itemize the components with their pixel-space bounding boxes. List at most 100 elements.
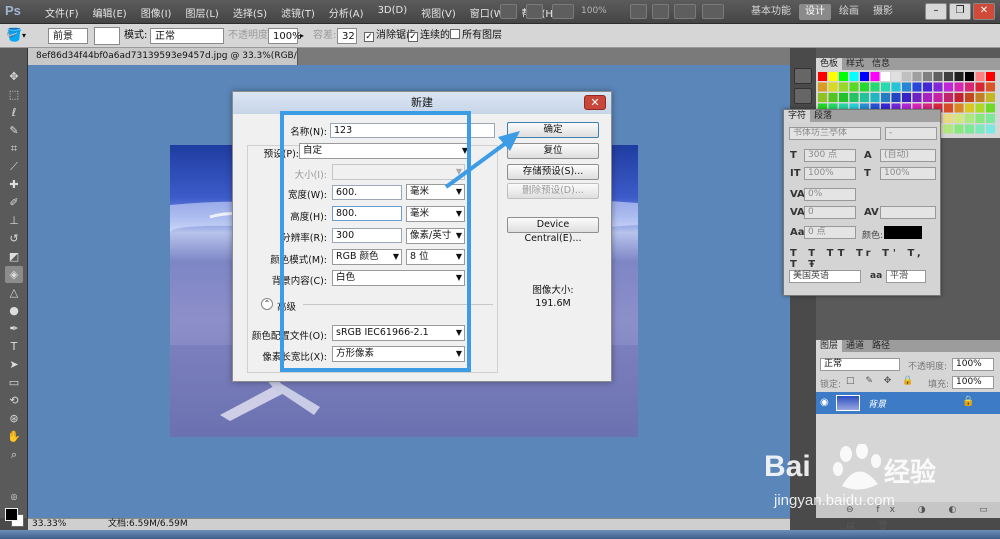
hand-tool-icon[interactable]: ✋ — [5, 428, 23, 445]
screen-mode-icon[interactable] — [702, 4, 724, 19]
menu-3d[interactable]: 3D(D) — [371, 5, 415, 20]
mini-bridge-icon[interactable] — [526, 4, 543, 19]
swatch-cell[interactable] — [828, 93, 838, 102]
opacity-arrow-icon[interactable]: ▸ — [300, 28, 304, 44]
swatch-cell[interactable] — [954, 114, 964, 123]
3d-rotate-tool-icon[interactable]: ⟲ — [5, 392, 23, 409]
swatch-cell[interactable] — [986, 72, 995, 81]
tab-layers[interactable]: 图层 — [816, 340, 843, 352]
swatch-cell[interactable] — [912, 72, 922, 81]
restore-icon[interactable]: ❐ — [949, 3, 971, 20]
swatch-cell[interactable] — [954, 72, 964, 81]
blend-mode-select[interactable]: 正常 — [820, 358, 900, 371]
swatch-cell[interactable] — [881, 82, 890, 92]
path-selection-tool-icon[interactable]: ➤ — [5, 356, 23, 373]
swatch-cell[interactable] — [860, 82, 869, 92]
swatch-cell[interactable] — [975, 82, 985, 92]
actions-panel-icon[interactable] — [794, 88, 812, 104]
swatch-cell[interactable] — [954, 124, 964, 134]
swatch-cell[interactable] — [975, 103, 985, 113]
eyedropper-tool-icon[interactable]: ⟋ — [5, 158, 23, 175]
history-panel-icon[interactable] — [794, 68, 812, 84]
menu-select[interactable]: 选择(S) — [226, 5, 274, 20]
tab-swatches[interactable]: 色板 — [816, 58, 843, 70]
tracking-percent-select[interactable]: 0% — [804, 188, 856, 201]
swatch-cell[interactable] — [944, 82, 953, 92]
all-layers-checkbox[interactable]: 所有图层 — [450, 28, 502, 44]
dodge-tool-icon[interactable]: ● — [5, 302, 23, 319]
swatch-cell[interactable] — [870, 93, 880, 102]
baseline-input[interactable]: 0 点 — [804, 226, 856, 239]
tab-paths[interactable]: 路径 — [868, 340, 894, 352]
swatch-cell[interactable] — [933, 93, 943, 102]
menu-filter[interactable]: 滤镜(T) — [274, 5, 322, 20]
swatch-cell[interactable] — [839, 82, 848, 92]
swatch-cell[interactable] — [965, 72, 974, 81]
tab-info[interactable]: 信息 — [868, 58, 894, 70]
menu-analysis[interactable]: 分析(A) — [322, 5, 371, 20]
healing-brush-tool-icon[interactable]: ✚ — [5, 176, 23, 193]
language-select[interactable]: 美国英语 — [789, 270, 861, 283]
swatch-cell[interactable] — [881, 93, 890, 102]
tolerance-input[interactable]: 32 — [337, 28, 357, 44]
swatch-cell[interactable] — [912, 82, 922, 92]
swatch-cell[interactable] — [954, 93, 964, 102]
tracking-select[interactable] — [880, 206, 936, 219]
ok-button[interactable]: 确定 — [507, 122, 599, 138]
tab-paragraph[interactable]: 段落 — [810, 110, 836, 122]
swatch-cell[interactable] — [975, 114, 985, 123]
menu-layer[interactable]: 图层(L) — [178, 5, 225, 20]
contiguous-checkbox[interactable]: ✓ 连续的 — [408, 28, 450, 44]
swatch-cell[interactable] — [986, 93, 995, 102]
swatch-cell[interactable] — [891, 82, 901, 92]
swatch-cell[interactable] — [944, 93, 953, 102]
menu-view[interactable]: 视图(V) — [414, 5, 463, 20]
swatch-cell[interactable] — [818, 82, 827, 92]
swatch-cell[interactable] — [965, 93, 974, 102]
arrange-documents-icon[interactable] — [674, 4, 696, 19]
swatch-cell[interactable] — [923, 93, 932, 102]
foreground-color-swatch[interactable] — [5, 508, 18, 521]
close-icon[interactable]: ✕ — [973, 3, 995, 20]
vertical-scale-input[interactable]: 100% — [804, 167, 856, 180]
hand-tool-icon[interactable] — [630, 4, 647, 19]
workspace-painting[interactable]: 绘画 — [833, 4, 865, 20]
swatch-cell[interactable] — [860, 72, 869, 81]
eye-icon[interactable]: ◉ — [820, 397, 829, 408]
horizontal-scale-input[interactable]: 100% — [880, 167, 936, 180]
swatch-cell[interactable] — [965, 103, 974, 113]
clone-stamp-tool-icon[interactable]: ⊥ — [5, 212, 23, 229]
swatch-cell[interactable] — [933, 72, 943, 81]
workspace-essentials[interactable]: 基本功能 — [745, 4, 797, 20]
advanced-toggle-icon[interactable]: ⌃ — [261, 298, 273, 310]
swatch-cell[interactable] — [965, 124, 974, 134]
font-size-select[interactable]: 300 点 — [804, 149, 856, 162]
swatch-cell[interactable] — [965, 82, 974, 92]
view-extras-icon[interactable] — [552, 4, 574, 19]
history-brush-tool-icon[interactable]: ↺ — [5, 230, 23, 247]
swatch-cell[interactable] — [902, 93, 911, 102]
swatch-cell[interactable] — [870, 72, 880, 81]
layer-opacity-input[interactable]: 100% — [952, 358, 994, 371]
lasso-tool-icon[interactable]: ℓ — [5, 104, 23, 121]
zoom-level[interactable]: 100% — [578, 4, 624, 19]
tool-preset-chevron-icon[interactable]: ▾ — [22, 28, 26, 44]
kerning-select[interactable]: 0 — [804, 206, 856, 219]
tab-channels[interactable]: 通道 — [842, 340, 868, 352]
paint-bucket-tool-icon[interactable]: ◈ — [5, 266, 23, 283]
pattern-picker[interactable] — [94, 27, 120, 45]
swatch-cell[interactable] — [870, 82, 880, 92]
device-central-button[interactable]: Device Central(E)... — [507, 217, 599, 244]
zoom-tool-icon[interactable]: ⌕ — [5, 446, 23, 463]
text-color-swatch[interactable] — [884, 226, 922, 239]
document-tab[interactable]: 8ef86d34f44bf0a6ad73139593e9457d.jpg @ 3… — [28, 48, 298, 65]
swatch-cell[interactable] — [860, 93, 869, 102]
blur-tool-icon[interactable]: △ — [5, 284, 23, 301]
swatch-cell[interactable] — [849, 93, 859, 102]
antialias-method-select[interactable]: 平滑 — [886, 270, 926, 283]
swatch-cell[interactable] — [975, 124, 985, 134]
layer-row-background[interactable]: ◉ 背景 🔒 — [816, 392, 1000, 414]
swatch-cell[interactable] — [923, 82, 932, 92]
swatch-cell[interactable] — [923, 72, 932, 81]
quick-select-tool-icon[interactable]: ✎ — [5, 122, 23, 139]
